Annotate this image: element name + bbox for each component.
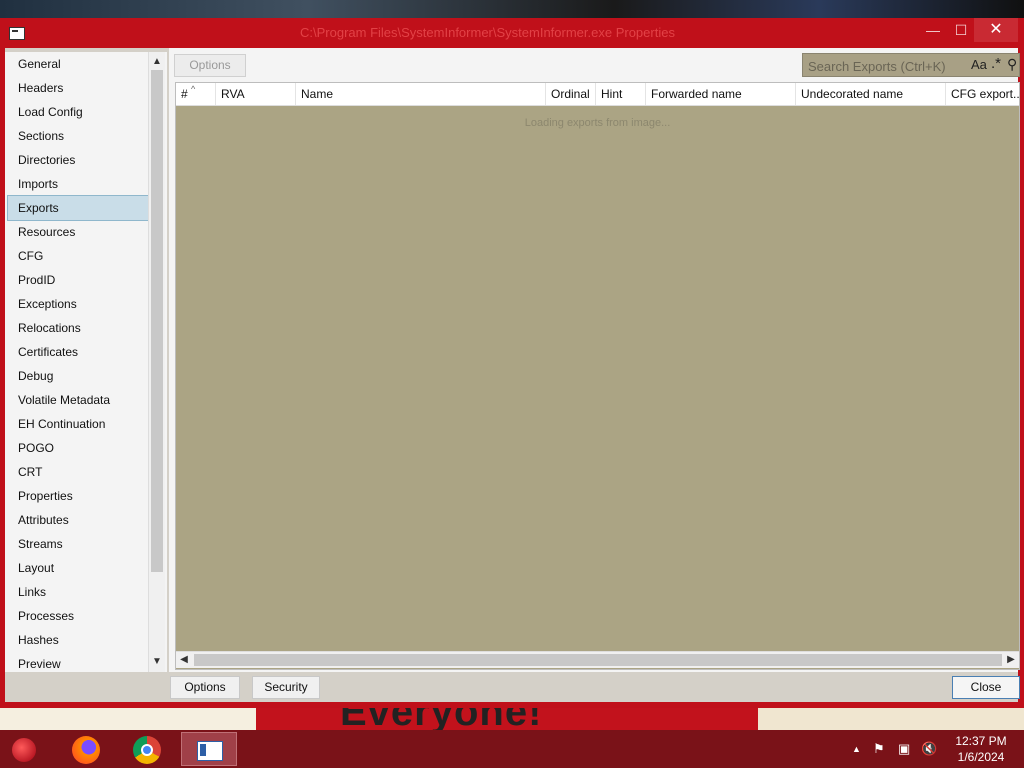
properties-window: C:\Program Files\SystemInformer\SystemIn… <box>0 18 1024 708</box>
sidebar-item-cfg[interactable]: CFG <box>8 244 148 268</box>
sidebar-item-prodid[interactable]: ProdID <box>8 268 148 292</box>
column-header-name[interactable]: Name <box>296 83 546 105</box>
column-header-cfg-export[interactable]: CFG export... <box>946 83 1019 105</box>
table-horizontal-scrollbar[interactable]: ◀ ▶ <box>176 651 1019 668</box>
regex-toggle[interactable]: .* <box>991 55 1001 72</box>
column-header-rva[interactable]: RVA <box>216 83 296 105</box>
close-window-button[interactable]: ✕ <box>974 18 1018 42</box>
start-orb-icon <box>12 738 36 762</box>
sidebar-item-crt[interactable]: CRT <box>8 460 148 484</box>
sidebar-item-exceptions[interactable]: Exceptions <box>8 292 148 316</box>
sidebar-list: General Headers Load Config Sections Directo… <box>7 52 149 676</box>
sidebar-item-general[interactable]: General <box>8 52 148 76</box>
chrome-icon <box>133 736 161 764</box>
sidebar-scroll-thumb[interactable] <box>151 70 163 572</box>
sidebar-item-attributes[interactable]: Attributes <box>8 508 148 532</box>
sidebar-item-imports[interactable]: Imports <box>8 172 148 196</box>
clock-time: 12:37 PM <box>955 734 1007 748</box>
column-header-ordinal[interactable]: Ordinal <box>546 83 596 105</box>
app-window-icon[interactable] <box>9 27 25 40</box>
scroll-right-arrow-icon[interactable]: ▶ <box>1003 652 1019 668</box>
taskbar-pe-viewer[interactable] <box>181 732 237 766</box>
clock-date: 1/6/2024 <box>957 750 1005 764</box>
window-client-area: General Headers Load Config Sections Directo… <box>5 48 1020 702</box>
wallpaper-top-band <box>0 0 1024 18</box>
sidebar-item-relocations[interactable]: Relocations <box>8 316 148 340</box>
loading-message: Loading exports from image... <box>524 117 671 129</box>
sidebar-item-load-config[interactable]: Load Config <box>8 100 148 124</box>
wallpaper-strip: Everyone! <box>0 706 1024 730</box>
options-menu-button[interactable]: Options <box>174 54 246 77</box>
sort-ascending-icon: ^ <box>191 84 196 94</box>
sidebar-item-links[interactable]: Links <box>8 580 148 604</box>
pe-viewer-icon <box>197 741 223 761</box>
network-icon[interactable]: ▣ <box>898 730 910 768</box>
taskbar-firefox[interactable] <box>60 732 112 766</box>
options-button[interactable]: Options <box>170 676 240 699</box>
sidebar: General Headers Load Config Sections Directo… <box>5 52 167 672</box>
sidebar-item-hashes[interactable]: Hashes <box>8 628 148 652</box>
column-header-forwarded-name[interactable]: Forwarded name <box>646 83 796 105</box>
scroll-left-arrow-icon[interactable]: ◀ <box>176 652 192 668</box>
sidebar-item-certificates[interactable]: Certificates <box>8 340 148 364</box>
close-button[interactable]: Close <box>952 676 1020 699</box>
show-hidden-icons-icon[interactable]: ▲ <box>852 730 861 768</box>
column-header-index[interactable]: # ^ <box>176 83 216 105</box>
search-input[interactable] <box>806 56 970 76</box>
action-center-flag-icon[interactable]: ⚑ <box>873 730 885 768</box>
table-scroll-thumb[interactable] <box>194 654 1002 666</box>
exports-toolbar: Options Aa .* ⚲ <box>169 48 1020 80</box>
sidebar-item-resources[interactable]: Resources <box>8 220 148 244</box>
sidebar-item-headers[interactable]: Headers <box>8 76 148 100</box>
match-case-toggle[interactable]: Aa <box>971 57 987 72</box>
scroll-up-arrow-icon[interactable]: ▲ <box>149 54 165 70</box>
sidebar-item-sections[interactable]: Sections <box>8 124 148 148</box>
sidebar-scrollbar[interactable]: ▲ ▼ <box>148 52 165 672</box>
exports-panel: Options Aa .* ⚲ #^ RVA Name Ordinal Hint… <box>169 48 1020 672</box>
sidebar-item-volatile-metadata[interactable]: Volatile Metadata <box>8 388 148 412</box>
sidebar-item-layout[interactable]: Layout <box>8 556 148 580</box>
volume-muted-icon[interactable]: 🔇 <box>921 730 937 768</box>
minimize-button[interactable]: — <box>918 18 948 42</box>
exports-table[interactable]: # ^ RVA Name Ordinal Hint Forwarded name … <box>175 82 1020 670</box>
security-button[interactable]: Security <box>252 676 320 699</box>
scroll-down-arrow-icon[interactable]: ▼ <box>149 654 165 670</box>
column-header-undecorated-name[interactable]: Undecorated name <box>796 83 946 105</box>
window-title: C:\Program Files\SystemInformer\SystemIn… <box>300 25 675 40</box>
taskbar-chrome[interactable] <box>121 732 173 766</box>
system-clock[interactable]: 12:37 PM 1/6/2024 <box>950 733 1012 765</box>
search-icon[interactable]: ⚲ <box>1007 56 1017 73</box>
start-button[interactable] <box>0 732 50 766</box>
sidebar-item-debug[interactable]: Debug <box>8 364 148 388</box>
title-bar[interactable]: C:\Program Files\SystemInformer\SystemIn… <box>0 18 1024 48</box>
sidebar-item-streams[interactable]: Streams <box>8 532 148 556</box>
dialog-button-bar: Options Security Close <box>5 672 1020 702</box>
taskbar: ▲ ⚑ ▣ 🔇 12:37 PM 1/6/2024 <box>0 730 1024 768</box>
search-box[interactable]: Aa .* ⚲ <box>802 53 1020 77</box>
firefox-icon <box>72 736 100 764</box>
sidebar-item-pogo[interactable]: POGO <box>8 436 148 460</box>
table-header: # ^ RVA Name Ordinal Hint Forwarded name … <box>176 83 1019 106</box>
column-header-hint[interactable]: Hint <box>596 83 646 105</box>
sidebar-item-directories[interactable]: Directories <box>8 148 148 172</box>
maximize-button[interactable]: ☐ <box>946 18 976 42</box>
sidebar-item-properties[interactable]: Properties <box>8 484 148 508</box>
wallpaper-banner-text: Everyone! <box>340 706 543 730</box>
sidebar-item-eh-continuation[interactable]: EH Continuation <box>8 412 148 436</box>
sidebar-item-processes[interactable]: Processes <box>8 604 148 628</box>
sidebar-item-exports[interactable]: Exports <box>7 195 149 221</box>
